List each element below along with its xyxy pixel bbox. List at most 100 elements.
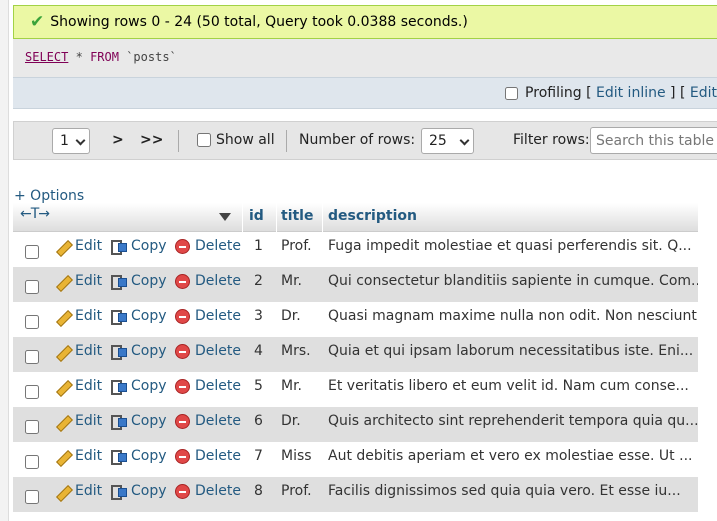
rows-label: Number of rows: [299,132,416,148]
copy-label: Copy [131,308,167,324]
column-header-title[interactable]: title [281,208,313,224]
copy-icon [110,378,127,395]
edit-row-button[interactable]: Edit [55,308,102,324]
edit-link[interactable]: Edit [690,85,717,101]
row-checkbox[interactable] [25,420,39,434]
delete-label: Delete [195,378,241,394]
row-checkbox[interactable] [25,350,39,364]
left-panel-edge [0,0,9,521]
copy-row-button[interactable]: Copy [110,413,167,430]
delete-row-button[interactable]: Delete [175,308,241,324]
copy-row-button[interactable]: Copy [110,448,167,465]
cell-title: Prof. [281,483,312,499]
delete-row-button[interactable]: Delete [175,343,241,359]
column-divider [322,203,323,232]
delete-row-button[interactable]: Delete [175,413,241,429]
rows-select-value: 25 [429,133,447,149]
delete-row-button[interactable]: Delete [175,238,241,254]
edit-label: Edit [75,413,103,429]
cell-id: 5 [254,378,263,394]
column-divider [276,203,277,232]
row-checkbox[interactable] [25,245,39,259]
row-checkbox[interactable] [25,385,39,399]
navigation-bar: 1 > >> Show all Number of rows: 25 Filte… [13,121,717,160]
edit-row-button[interactable]: Edit [55,483,102,499]
copy-row-button[interactable]: Copy [110,273,167,290]
chevron-down-icon [459,135,470,146]
row-checkbox[interactable] [25,280,39,294]
column-arrows-icon[interactable]: ←T→ [20,206,50,222]
success-message: ✔ Showing rows 0 - 24 (50 total, Query t… [13,5,717,39]
edit-row-button[interactable]: Edit [55,238,102,254]
delete-row-button[interactable]: Delete [175,483,241,499]
search-input[interactable] [590,127,717,154]
delete-icon [175,238,190,254]
delete-row-button[interactable]: Delete [175,448,241,464]
row-checkbox[interactable] [25,490,39,504]
delete-row-button[interactable]: Delete [175,273,241,289]
edit-row-button[interactable]: Edit [55,413,102,429]
delete-label: Delete [195,238,241,254]
sort-dropdown-icon[interactable] [219,213,231,221]
copy-label: Copy [131,238,167,254]
cell-description: Quis architecto sint reprehenderit tempo… [328,413,698,429]
cell-id: 8 [254,483,263,499]
options-link[interactable]: + Options [14,188,84,204]
divider [178,130,179,152]
row-checkbox[interactable] [25,315,39,329]
cell-description: Et veritatis libero et eum velit id. Nam… [328,378,689,394]
bracket-mid: ] [ [670,85,686,101]
cell-title: Dr. [281,413,301,429]
row-checkbox[interactable] [25,455,39,469]
cell-title: Miss [281,448,312,464]
cell-id: 3 [254,308,263,324]
cell-title: Mr. [281,273,302,289]
page-select[interactable]: 1 [52,128,90,154]
copy-row-button[interactable]: Copy [110,343,167,360]
next-page-button[interactable]: > [112,132,124,148]
delete-label: Delete [195,343,241,359]
edit-label: Edit [75,483,103,499]
copy-label: Copy [131,343,167,359]
table-row: Edit Copy Delete 5 Mr. Et veritatis libe… [13,372,698,407]
copy-icon [110,448,127,465]
sql-query: SELECT * FROM `posts` [25,50,177,64]
edit-label: Edit [75,378,103,394]
copy-icon [110,413,127,430]
show-all-toggle[interactable]: Show all [197,132,275,148]
edit-label: Edit [75,273,103,289]
table-row: Edit Copy Delete 1 Prof. Fuga impedit mo… [13,232,698,267]
table-row: Edit Copy Delete 2 Mr. Qui consectetur b… [13,267,698,302]
page-select-value: 1 [60,133,69,149]
delete-icon [175,308,190,324]
last-page-button[interactable]: >> [140,132,163,148]
edit-row-button[interactable]: Edit [55,343,102,359]
edit-row-button[interactable]: Edit [55,448,102,464]
cell-title: Mrs. [281,343,311,359]
copy-row-button[interactable]: Copy [110,378,167,395]
sql-from-keyword: FROM [90,50,119,64]
column-header-id[interactable]: id [249,208,264,224]
edit-row-button[interactable]: Edit [55,273,102,289]
copy-icon [110,483,127,500]
cell-description: Quia et qui ipsam laborum necessitatibus… [328,343,694,359]
column-divider [242,203,243,232]
copy-row-button[interactable]: Copy [110,483,167,500]
copy-row-button[interactable]: Copy [110,238,167,255]
sql-select-keyword[interactable]: SELECT [25,50,68,64]
delete-icon [175,378,190,394]
table-body: Edit Copy Delete 1 Prof. Fuga impedit mo… [13,232,698,512]
cell-description: Fuga impedit molestiae et quasi perferen… [328,238,692,254]
rows-per-page-select[interactable]: 25 [421,128,474,154]
profiling-checkbox[interactable] [505,86,519,100]
copy-row-button[interactable]: Copy [110,308,167,325]
show-all-checkbox[interactable] [197,133,211,147]
column-header-description[interactable]: description [328,208,417,224]
pencil-icon [55,239,70,254]
table-header: ←T→ id title description [13,203,698,232]
delete-icon [175,483,190,499]
delete-row-button[interactable]: Delete [175,378,241,394]
cell-id: 1 [254,238,263,254]
edit-inline-link[interactable]: Edit inline [596,85,666,101]
edit-row-button[interactable]: Edit [55,378,102,394]
